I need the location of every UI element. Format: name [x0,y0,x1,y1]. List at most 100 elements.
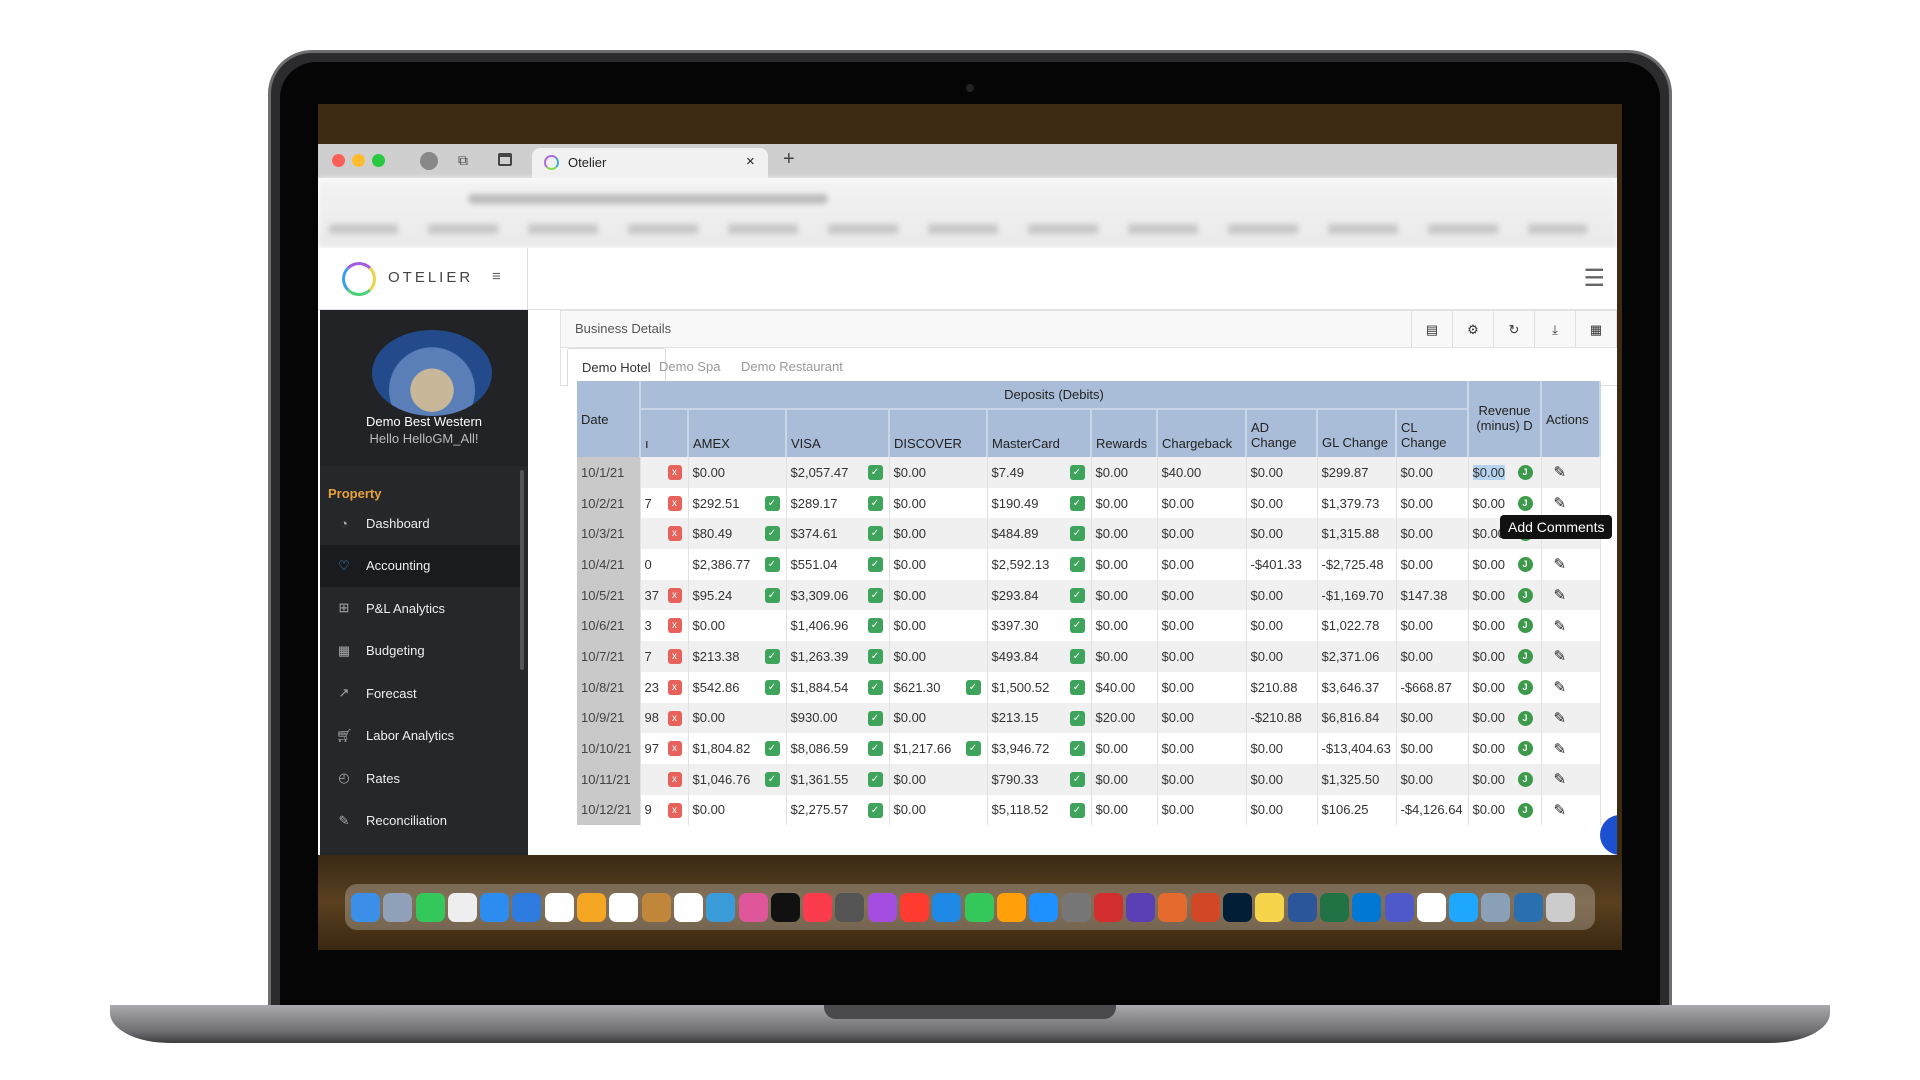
sidebar-toggle-icon[interactable] [498,153,512,166]
hamburger-menu-icon[interactable]: ☰ [1583,264,1605,293]
dock-app-icon[interactable] [1029,892,1059,922]
cross-icon[interactable]: x [667,587,682,603]
dock-app-icon[interactable] [577,892,607,922]
check-icon[interactable]: ✓ [764,649,780,665]
chat-bubble-button[interactable] [1600,815,1617,855]
sidebar-toggle-icon[interactable]: ≡ [492,268,501,285]
check-icon[interactable]: ✓ [867,526,883,542]
check-icon[interactable]: ✓ [1069,495,1085,511]
check-icon[interactable]: ✓ [764,741,780,757]
check-icon[interactable]: ✓ [764,679,780,695]
card-icon[interactable]: ▤ [1411,311,1452,348]
dock-app-icon[interactable] [351,892,380,922]
dock-app-icon[interactable] [1061,892,1091,922]
gear-icon[interactable]: ⚙ [1452,311,1493,348]
dock-app-icon[interactable] [415,892,445,922]
journal-icon[interactable]: J [1517,587,1533,603]
dock-app-icon[interactable] [900,892,930,922]
check-icon[interactable]: ✓ [1069,587,1085,603]
dock-app-icon[interactable] [512,892,542,922]
dock-app-icon[interactable] [1255,892,1285,922]
dock-app-icon[interactable] [673,892,703,922]
dock-app-icon[interactable] [1287,892,1317,922]
journal-icon[interactable]: J [1517,679,1533,695]
dock-app-icon[interactable] [1223,892,1253,922]
dock-app-icon[interactable] [447,892,477,922]
edit-comment-icon[interactable]: ✎ [1541,487,1601,519]
journal-icon[interactable]: J [1517,771,1533,787]
edit-comment-icon[interactable]: ✎ [1541,763,1601,795]
dock-app-icon[interactable] [1416,892,1446,922]
dock-app-icon[interactable] [1481,892,1511,922]
check-icon[interactable]: ✓ [764,526,780,542]
sidebar-item-dashboard[interactable]: ◔ Dashboard [320,502,520,544]
cross-icon[interactable]: x [667,465,682,480]
download-icon[interactable]: ⤓ [1534,311,1575,348]
dock-app-icon[interactable] [1319,892,1349,922]
dock-app-icon[interactable] [1093,892,1123,922]
profile-icon[interactable] [420,152,438,170]
edit-comment-icon[interactable]: ✎ [1541,457,1601,488]
dock-app-icon[interactable] [964,892,994,922]
sidebar-item-accounting[interactable]: ♡ Accounting [320,544,520,587]
cross-icon[interactable]: x [667,802,682,818]
refresh-icon[interactable]: ↻ [1493,311,1534,348]
edit-comment-icon[interactable]: ✎ [1541,794,1601,826]
dock-app-icon[interactable] [641,892,671,922]
edit-comment-icon[interactable]: ✎ [1541,733,1601,764]
check-icon[interactable]: ✓ [1069,741,1085,757]
check-icon[interactable]: ✓ [867,802,883,818]
cross-icon[interactable]: x [667,679,682,695]
cross-icon[interactable]: x [667,649,682,665]
check-icon[interactable]: ✓ [867,618,883,634]
journal-icon[interactable]: J [1517,710,1533,726]
maximize-window-button[interactable] [372,154,385,167]
sidebar-scrollbar[interactable] [520,470,524,670]
edit-comment-icon[interactable]: ✎ [1541,702,1601,734]
dock-app-icon[interactable] [1545,892,1575,922]
dock-app-icon[interactable] [1513,892,1543,922]
check-icon[interactable]: ✓ [1069,526,1085,542]
cross-icon[interactable]: x [667,526,682,542]
dock-app-icon[interactable] [770,892,800,922]
check-icon[interactable]: ✓ [867,679,883,695]
check-icon[interactable]: ✓ [1069,557,1085,573]
cross-icon[interactable]: x [667,741,682,757]
check-icon[interactable]: ✓ [1069,465,1085,480]
tab-groups-icon[interactable]: ⧉ [458,152,468,169]
dock-app-icon[interactable] [1190,892,1220,922]
journal-icon[interactable]: J [1517,802,1533,818]
check-icon[interactable]: ✓ [867,771,883,787]
new-tab-button[interactable]: + [783,148,795,171]
sidebar-item-p-l-analytics[interactable]: ⊞ P&L Analytics [320,587,520,629]
check-icon[interactable]: ✓ [1069,802,1085,818]
sidebar-item-forecast[interactable]: ↗ Forecast [320,672,520,714]
check-icon[interactable]: ✓ [1069,710,1085,726]
check-icon[interactable]: ✓ [1069,679,1085,695]
check-icon[interactable]: ✓ [965,679,981,695]
close-tab-icon[interactable]: × [746,153,755,170]
cross-icon[interactable]: x [667,710,682,726]
cross-icon[interactable]: x [667,495,682,511]
journal-icon[interactable]: J [1517,495,1533,511]
journal-icon[interactable]: J [1517,465,1533,480]
check-icon[interactable]: ✓ [867,710,883,726]
dock-app-icon[interactable] [1352,892,1382,922]
edit-comment-icon[interactable]: ✎ [1541,610,1601,642]
dock-app-icon[interactable] [609,892,639,922]
dock-app-icon[interactable] [867,892,897,922]
dock-app-icon[interactable] [544,892,574,922]
dock-app-icon[interactable] [932,892,962,922]
check-icon[interactable]: ✓ [1069,771,1085,787]
dock-app-icon[interactable] [738,892,768,922]
sidebar-item-labor-analytics[interactable]: 🛒︎ Labor Analytics [320,715,520,757]
check-icon[interactable]: ✓ [764,557,780,573]
check-icon[interactable]: ✓ [867,557,883,573]
dock-app-icon[interactable] [1158,892,1188,922]
edit-comment-icon[interactable]: ✎ [1541,671,1601,703]
dock-app-icon[interactable] [996,892,1026,922]
journal-icon[interactable]: J [1517,649,1533,665]
browser-tab[interactable]: Otelier × [532,148,768,178]
dock-app-icon[interactable] [1126,892,1156,922]
check-icon[interactable]: ✓ [764,587,780,603]
